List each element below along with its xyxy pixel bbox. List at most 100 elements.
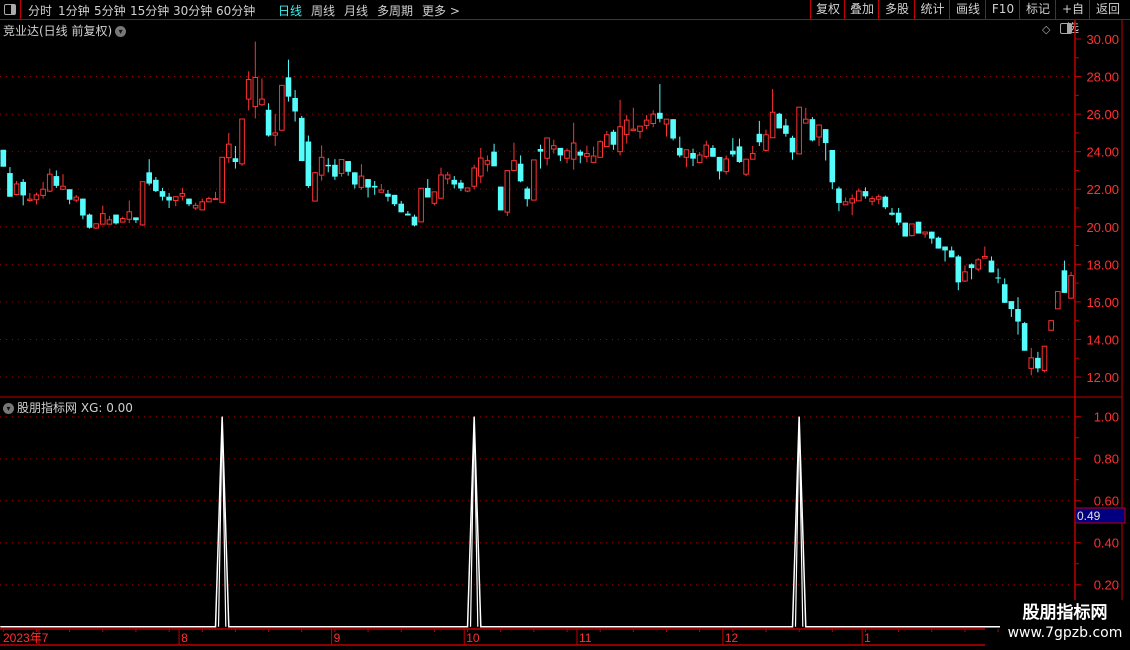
date-label: 10 bbox=[466, 631, 480, 645]
price-tick-label: 28.00 bbox=[1086, 70, 1119, 85]
candle-up bbox=[378, 189, 385, 193]
candle-down bbox=[1001, 284, 1008, 303]
cursor-value: 0.49 bbox=[1077, 509, 1101, 523]
candle-up bbox=[570, 142, 577, 160]
indicator-tick-label: 1.00 bbox=[1094, 410, 1119, 425]
price-tick-label: 14.00 bbox=[1086, 332, 1119, 347]
candle-down bbox=[736, 146, 743, 162]
price-tick-label: 26.00 bbox=[1086, 107, 1119, 122]
candle-down bbox=[491, 151, 497, 167]
candle-down bbox=[146, 172, 153, 184]
candle-down bbox=[716, 156, 723, 172]
candle-down bbox=[862, 191, 869, 197]
candle-down bbox=[1061, 270, 1068, 293]
candle-down bbox=[113, 214, 119, 224]
candle-down bbox=[398, 203, 405, 213]
date-label: 1 bbox=[864, 631, 871, 645]
candle-up bbox=[172, 196, 179, 201]
candle-down bbox=[345, 161, 351, 172]
candle-up bbox=[604, 134, 610, 148]
candle-up bbox=[696, 154, 703, 164]
candle-down bbox=[657, 112, 663, 119]
candle-down bbox=[968, 264, 975, 269]
candle-down bbox=[53, 176, 60, 186]
candle-up bbox=[584, 153, 590, 157]
candle-down bbox=[411, 216, 418, 226]
candle-up bbox=[279, 84, 285, 131]
candle-down bbox=[497, 186, 504, 211]
candle-up bbox=[338, 159, 345, 174]
candle-up bbox=[225, 143, 232, 159]
candle-down bbox=[232, 158, 239, 162]
candle-up bbox=[816, 124, 822, 138]
candle-down bbox=[451, 179, 458, 185]
candle-up bbox=[358, 175, 365, 188]
candle-down bbox=[405, 213, 411, 216]
candle-up bbox=[464, 187, 471, 192]
candle-down bbox=[577, 151, 584, 156]
xg-signal-spike bbox=[469, 416, 479, 627]
candle-up bbox=[617, 126, 623, 153]
candle-up bbox=[1041, 345, 1048, 371]
indicator-tick-label: 0.60 bbox=[1094, 494, 1119, 509]
candle-up bbox=[1068, 275, 1074, 299]
candle-down bbox=[351, 172, 358, 185]
candle-up bbox=[438, 174, 444, 199]
candle-down bbox=[285, 77, 292, 97]
candle-up bbox=[444, 174, 451, 180]
candle-up bbox=[544, 137, 550, 159]
price-tick-label: 12.00 bbox=[1086, 370, 1119, 385]
candle-up bbox=[856, 190, 862, 202]
candle-up bbox=[663, 118, 670, 125]
candle-up bbox=[743, 158, 749, 175]
candle-down bbox=[730, 150, 736, 155]
candle-up bbox=[531, 159, 537, 201]
candle-down bbox=[948, 250, 955, 258]
candle-down bbox=[385, 193, 391, 197]
candle-down bbox=[829, 149, 836, 183]
candle-down bbox=[186, 198, 192, 205]
candle-down bbox=[524, 188, 531, 200]
candle-up bbox=[126, 211, 133, 220]
candle-up bbox=[73, 196, 80, 201]
candle-down bbox=[822, 129, 829, 144]
candle-up bbox=[1054, 291, 1061, 310]
candle-up bbox=[219, 156, 225, 203]
candle-up bbox=[749, 153, 756, 160]
candle-down bbox=[935, 237, 942, 249]
candle-up bbox=[46, 173, 53, 192]
candle-up bbox=[703, 144, 710, 157]
candle-up bbox=[683, 149, 690, 158]
price-tick-label: 16.00 bbox=[1086, 295, 1119, 310]
candle-down bbox=[1015, 309, 1021, 322]
candle-up bbox=[119, 218, 126, 223]
candle-down bbox=[325, 164, 332, 167]
candle-down bbox=[365, 179, 371, 188]
candle-down bbox=[537, 149, 544, 152]
candle-up bbox=[630, 128, 637, 131]
candle-down bbox=[690, 152, 696, 159]
xg-signal-spike bbox=[794, 416, 804, 627]
candle-down bbox=[166, 196, 172, 201]
candle-up bbox=[590, 155, 597, 163]
candle-up bbox=[484, 160, 491, 165]
xg-signal-line bbox=[0, 416, 1075, 628]
candle-down bbox=[882, 196, 889, 208]
date-label: 8 bbox=[181, 631, 188, 645]
candle-up bbox=[511, 160, 517, 171]
candle-up bbox=[252, 76, 259, 108]
candle-up bbox=[206, 198, 212, 203]
candle-up bbox=[478, 157, 484, 177]
candle-up bbox=[550, 145, 557, 150]
candle-down bbox=[776, 113, 783, 129]
kline-chart[interactable]: 30.00 28.00 26.00 24.00 22.00 20.00 18.00 16.00… bbox=[0, 0, 1130, 650]
price-tick-label: 24.00 bbox=[1086, 145, 1119, 160]
candle-down bbox=[995, 277, 1001, 279]
candle-up bbox=[40, 188, 46, 196]
candle-up bbox=[650, 113, 657, 125]
date-label: 2023年7 bbox=[3, 631, 49, 645]
candle-down bbox=[557, 147, 564, 156]
candle-up bbox=[192, 204, 199, 209]
candle-down bbox=[1021, 323, 1028, 351]
candle-up bbox=[869, 198, 875, 202]
